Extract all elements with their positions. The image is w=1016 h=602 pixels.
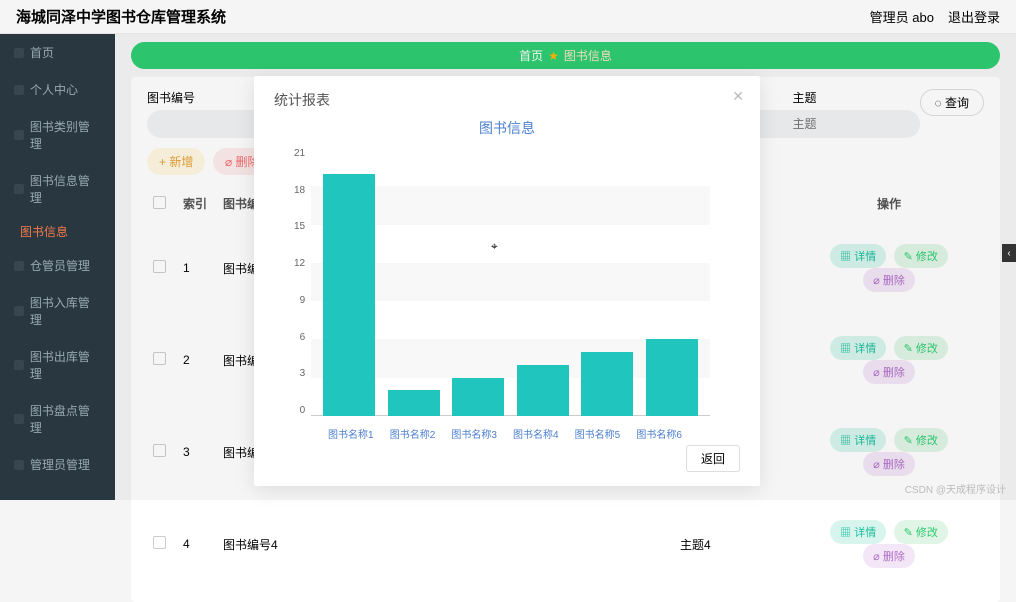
side-handle[interactable]: ‹ [1002, 244, 1016, 262]
bar [581, 352, 633, 416]
modal-title: 统计报表 [274, 90, 740, 110]
cell-topic: 主题4 [674, 498, 794, 590]
y-tick: 12 [294, 258, 305, 269]
plot-area [311, 148, 710, 416]
y-tick: 0 [300, 405, 306, 416]
y-axis: 21 18 15 12 9 6 3 0 [294, 148, 311, 416]
bar [646, 339, 698, 416]
bar [388, 390, 440, 416]
x-tick: 图书名称6 [636, 426, 682, 441]
table-row: 4 图书编号4 主题4 ▦ 详情 ✎ 修改 ⌀ 删除 [147, 498, 984, 590]
bar [323, 174, 375, 416]
chart-area: 21 18 15 12 9 6 3 0 [274, 144, 740, 420]
back-button[interactable]: 返回 [686, 445, 740, 472]
x-tick: 图书名称3 [451, 426, 497, 441]
edit-button[interactable]: ✎ 修改 [894, 520, 948, 544]
x-tick: 图书名称1 [328, 426, 374, 441]
y-tick: 9 [300, 295, 306, 306]
y-tick: 3 [300, 368, 306, 379]
close-icon[interactable]: ✕ [732, 88, 744, 105]
row-delete-button[interactable]: ⌀ 删除 [863, 544, 915, 568]
detail-button[interactable]: ▦ 详情 [830, 520, 886, 544]
y-tick: 18 [294, 185, 305, 196]
bars-group [311, 148, 710, 416]
cell-index: 4 [177, 498, 217, 590]
bar [517, 365, 569, 416]
row-checkbox[interactable] [153, 536, 166, 549]
y-tick: 21 [294, 148, 305, 159]
chart-title: 图书信息 [274, 118, 740, 138]
x-axis-labels: 图书名称1 图书名称2 图书名称3 图书名称4 图书名称5 图书名称6 [274, 420, 740, 441]
watermark: CSDN @天成程序设计 [905, 481, 1006, 496]
x-tick: 图书名称4 [513, 426, 559, 441]
bar [452, 378, 504, 416]
cell-code: 图书编号4 [217, 498, 674, 590]
y-tick: 6 [300, 332, 306, 343]
stats-modal: ✕ 统计报表 图书信息 21 18 15 12 9 6 3 0 图书名称1 图书名称2 图书名称3… [254, 76, 760, 486]
x-tick: 图书名称2 [390, 426, 436, 441]
x-tick: 图书名称5 [575, 426, 621, 441]
y-tick: 15 [294, 221, 305, 232]
